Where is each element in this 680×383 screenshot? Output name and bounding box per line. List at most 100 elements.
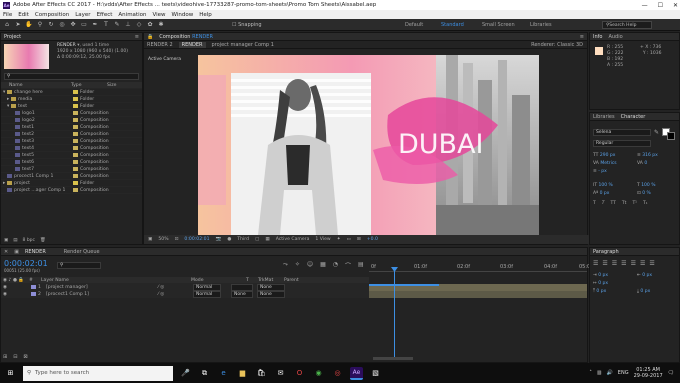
edge-icon[interactable]: e — [217, 367, 230, 380]
label-color-swatch[interactable] — [73, 125, 78, 129]
label-color-swatch[interactable] — [73, 174, 78, 178]
layer-switches-icon[interactable]: ⁄ ◎ — [158, 285, 193, 290]
layer-switches-icon[interactable]: ⁄ ◎ — [158, 292, 193, 297]
bit-depth-button[interactable]: 8 bpc — [23, 238, 35, 243]
workspace-libraries[interactable]: Libraries — [530, 22, 552, 28]
resolution-dropdown[interactable]: Third — [237, 237, 249, 242]
project-item[interactable]: text6 Composition — [1, 159, 142, 166]
clone-stamp-tool-icon[interactable]: ⊥ — [124, 21, 132, 29]
motion-blur-icon[interactable]: ◔ — [333, 261, 338, 270]
project-item[interactable]: ▾ text Folder — [1, 103, 142, 110]
expand-in-out-icon[interactable]: ⊠ — [23, 354, 27, 360]
menu-window[interactable]: Window — [172, 12, 194, 18]
align-center-icon[interactable]: ☰ — [602, 260, 607, 267]
search-help-input[interactable]: ⚲ Search Help — [602, 21, 652, 29]
after-effects-taskbar-icon[interactable]: Ae — [350, 366, 363, 380]
hand-tool-icon[interactable]: ✋ — [25, 21, 33, 29]
subscript-button[interactable]: T₁ — [643, 200, 648, 208]
timeline-timecode[interactable]: 0:00:02:01 — [4, 259, 48, 268]
project-item[interactable]: project ...ager Comp 1 Composition — [1, 187, 142, 194]
interpret-footage-icon[interactable]: ▣ — [4, 238, 8, 243]
timeline-search-input[interactable]: ⚲ — [57, 262, 101, 269]
mail-icon[interactable]: ✉ — [274, 367, 287, 380]
tsume-value[interactable]: 0 % — [642, 191, 651, 196]
graph-editor-icon[interactable]: ⌒ — [345, 261, 351, 270]
label-color-swatch[interactable] — [73, 139, 78, 143]
label-color-swatch[interactable] — [73, 118, 78, 122]
fit-icon[interactable]: ⊡ — [175, 237, 179, 242]
magnification-dropdown[interactable]: 50% — [158, 237, 168, 242]
tab-render-timeline[interactable]: RENDER — [25, 249, 46, 255]
project-item[interactable]: text3 Composition — [1, 138, 142, 145]
draft-3d-icon[interactable]: ✧ — [295, 261, 300, 270]
rotate-tool-icon[interactable]: ↻ — [47, 21, 55, 29]
composition-mini-flowchart-icon[interactable]: ⤳ — [283, 261, 288, 270]
volume-icon[interactable]: 🔊 — [607, 370, 613, 376]
delete-icon[interactable]: 🗑 — [40, 238, 46, 243]
chrome-icon[interactable]: ◉ — [312, 367, 325, 380]
type-tool-icon[interactable]: T — [102, 21, 110, 29]
workspace-default[interactable]: Default — [405, 22, 423, 28]
label-color-swatch[interactable] — [73, 90, 78, 94]
tab-paragraph[interactable]: Paragraph — [593, 249, 619, 255]
project-item[interactable]: logo2 Composition — [1, 117, 142, 124]
roto-brush-tool-icon[interactable]: ✿ — [146, 21, 154, 29]
close-tab-icon[interactable]: ✕ — [4, 249, 8, 255]
label-color-swatch[interactable] — [73, 153, 78, 157]
layer-mode-dropdown[interactable]: Normal — [193, 290, 221, 298]
time-ruler[interactable]: 0f 01:0f 02:0f 03:0f 04:0f 05:0f — [369, 262, 592, 272]
align-right-icon[interactable]: ☰ — [612, 260, 617, 267]
zoom-slider[interactable] — [373, 357, 413, 360]
label-color-swatch[interactable] — [73, 146, 78, 150]
leading-value[interactable]: 316 px — [642, 153, 658, 158]
layer-bar[interactable] — [369, 291, 587, 298]
label-color-swatch[interactable] — [73, 181, 78, 185]
justify-center-icon[interactable]: ☰ — [631, 260, 636, 267]
opera-icon[interactable]: O — [293, 367, 306, 380]
view-layout-dropdown[interactable]: 1 View — [315, 237, 330, 242]
layer-parent-dropdown[interactable]: None — [257, 290, 285, 298]
layer-name[interactable]: [project manager] — [46, 285, 158, 290]
eyedropper-icon[interactable]: ✎ — [654, 129, 659, 136]
project-item[interactable]: logo1 Composition — [1, 110, 142, 117]
align-left-icon[interactable]: ☰ — [593, 260, 598, 267]
timeline-layer-row[interactable]: ◉ 1 [project manager] ⁄ ◎ Normal None — [1, 283, 369, 291]
tab-info[interactable]: Info — [593, 34, 602, 40]
tab-audio[interactable]: Audio — [608, 34, 622, 40]
menu-help[interactable]: Help — [199, 12, 212, 18]
menu-file[interactable]: File — [3, 12, 12, 18]
column-size[interactable]: Size — [107, 83, 116, 88]
column-number[interactable]: # — [29, 278, 41, 283]
column-mode[interactable]: Mode — [101, 278, 246, 283]
column-layer-name[interactable]: Layer Name — [41, 278, 101, 283]
tab-project-manager-comp[interactable]: project manager Comp 1 — [212, 42, 274, 48]
small-caps-button[interactable]: Tt — [622, 200, 627, 208]
timeline-icon[interactable]: ▭ — [347, 237, 351, 242]
justify-right-icon[interactable]: ☰ — [640, 260, 645, 267]
space-after-value[interactable]: 0 px — [640, 289, 650, 294]
baseline-shift-value[interactable]: 0 px — [600, 191, 610, 196]
label-color-swatch[interactable] — [73, 188, 78, 192]
tray-chevron-icon[interactable]: ˄ — [589, 370, 592, 376]
pen-tool-icon[interactable]: ✒ — [91, 21, 99, 29]
workspace-standard[interactable]: Standard — [441, 22, 464, 28]
eraser-tool-icon[interactable]: ◇ — [135, 21, 143, 29]
lock-icon[interactable]: 🔒 — [147, 34, 153, 40]
menu-composition[interactable]: Composition — [35, 12, 69, 18]
project-item[interactable]: text4 Composition — [1, 145, 142, 152]
stroke-width-value[interactable]: - px — [598, 169, 607, 174]
label-color-swatch[interactable] — [73, 111, 78, 115]
label-color-swatch[interactable] — [73, 167, 78, 171]
column-type[interactable]: Type — [71, 83, 107, 88]
close-button[interactable]: ✕ — [673, 2, 678, 9]
puppet-tool-icon[interactable]: ✱ — [157, 21, 165, 29]
font-style-dropdown[interactable]: Regular — [593, 140, 651, 147]
kerning-value[interactable]: Metrics — [600, 161, 616, 166]
tab-libraries[interactable]: Libraries — [593, 114, 615, 120]
always-preview-icon[interactable]: ▣ — [148, 237, 152, 242]
show-channel-icon[interactable]: ● — [227, 237, 231, 242]
layer-trkmat-dropdown[interactable]: None — [231, 290, 253, 298]
project-item[interactable]: text1 Composition — [1, 124, 142, 131]
tab-render-queue[interactable]: Render Queue — [64, 249, 100, 255]
media-player-icon[interactable]: ◎ — [331, 367, 344, 380]
